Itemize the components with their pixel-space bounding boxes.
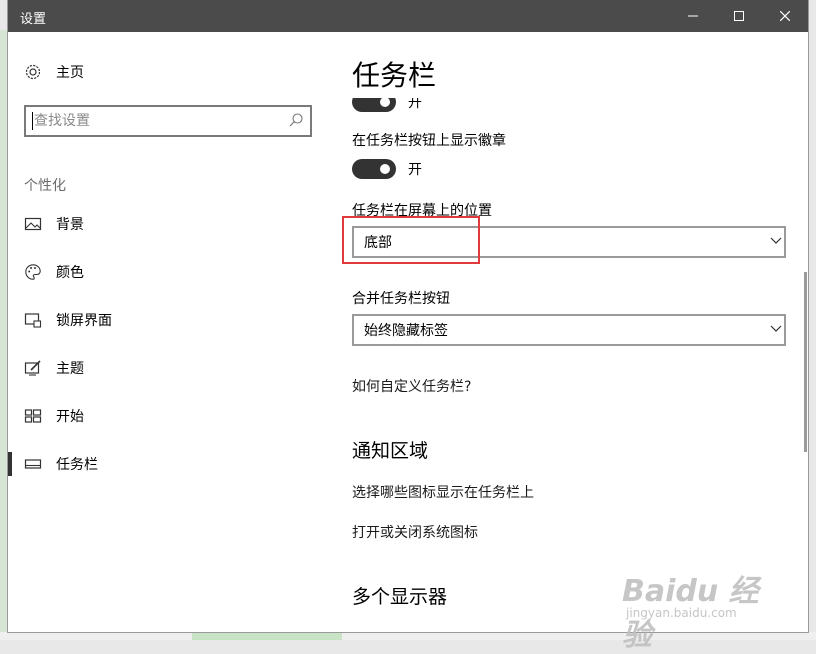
badges-label: 在任务栏按钮上显示徽章 [352,133,506,149]
taskbar-icon [24,459,42,469]
toggle-knob [380,97,390,107]
gear-icon [25,64,41,80]
lockscreen-icon [24,313,42,328]
settings-window: 设置 主页 个性化 [8,0,808,632]
desktop-background-strip [0,30,8,640]
scrollbar[interactable] [804,272,807,452]
sidebar-item-label: 主页 [56,65,84,81]
sidebar-item-background[interactable]: 背景 [8,204,328,244]
system-icons-link[interactable]: 打开或关闭系统图标 [352,522,478,542]
maximize-button[interactable] [716,0,762,32]
watermark: Baidu 经验 jingyan.baidu.com [622,566,772,653]
theme-icon [24,360,41,376]
page-title: 任务栏 [352,59,437,92]
badges-toggle-switch[interactable] [352,159,396,179]
sidebar-item-home[interactable]: 主页 [8,52,328,92]
sidebar: 主页 个性化 背景 颜色 [8,32,328,632]
sidebar-item-colors[interactable]: 颜色 [8,252,328,292]
title-bar[interactable]: 设置 [8,0,808,32]
toggle-knob [380,164,390,174]
sidebar-item-label: 主题 [56,361,84,377]
window-title: 设置 [20,12,47,27]
main-panel: 开 任务栏 在任务栏按钮上显示徽章 开 任务栏在屏幕上的位置 底部 合并任务栏按… [328,32,808,632]
sidebar-item-label: 开始 [56,409,84,425]
close-icon [780,11,790,21]
select-icons-link[interactable]: 选择哪些图标显示在任务栏上 [352,482,534,502]
sidebar-item-label: 背景 [56,217,84,233]
sidebar-item-lockscreen[interactable]: 锁屏界面 [8,300,328,340]
palette-icon [25,264,41,280]
sidebar-item-start[interactable]: 开始 [8,396,328,436]
multiple-displays-heading: 多个显示器 [352,586,448,608]
section-label: 个性化 [24,178,66,194]
chevron-down-icon [770,325,782,332]
combine-label: 合并任务栏按钮 [352,291,450,307]
chevron-down-icon [770,237,782,244]
minimize-icon [688,15,698,17]
start-icon [24,409,42,423]
badges-toggle-row: 开 [352,159,422,179]
maximize-icon [734,11,744,21]
combine-dropdown[interactable]: 始终隐藏标签 [352,314,786,346]
sidebar-item-label: 锁屏界面 [56,313,112,329]
search-input[interactable] [34,109,274,133]
text-caret [32,112,33,130]
badges-toggle-state: 开 [408,162,422,178]
sidebar-item-taskbar[interactable]: 任务栏 [8,444,328,484]
search-box[interactable] [24,105,312,137]
combine-dropdown-value: 始终隐藏标签 [364,323,448,339]
search-icon[interactable] [288,112,304,128]
sidebar-item-label: 颜色 [56,265,84,281]
sidebar-item-label: 任务栏 [56,457,98,473]
notification-area-heading: 通知区域 [352,440,429,462]
desktop-background-highlight [192,632,342,640]
annotation-highlight-box [342,216,480,264]
close-button[interactable] [762,0,808,32]
watermark-url: jingyan.baidu.com [626,606,737,620]
picture-icon [24,217,42,231]
minimize-button[interactable] [670,0,716,32]
customize-taskbar-link[interactable]: 如何自定义任务栏? [352,376,471,396]
sidebar-item-themes[interactable]: 主题 [8,348,328,388]
